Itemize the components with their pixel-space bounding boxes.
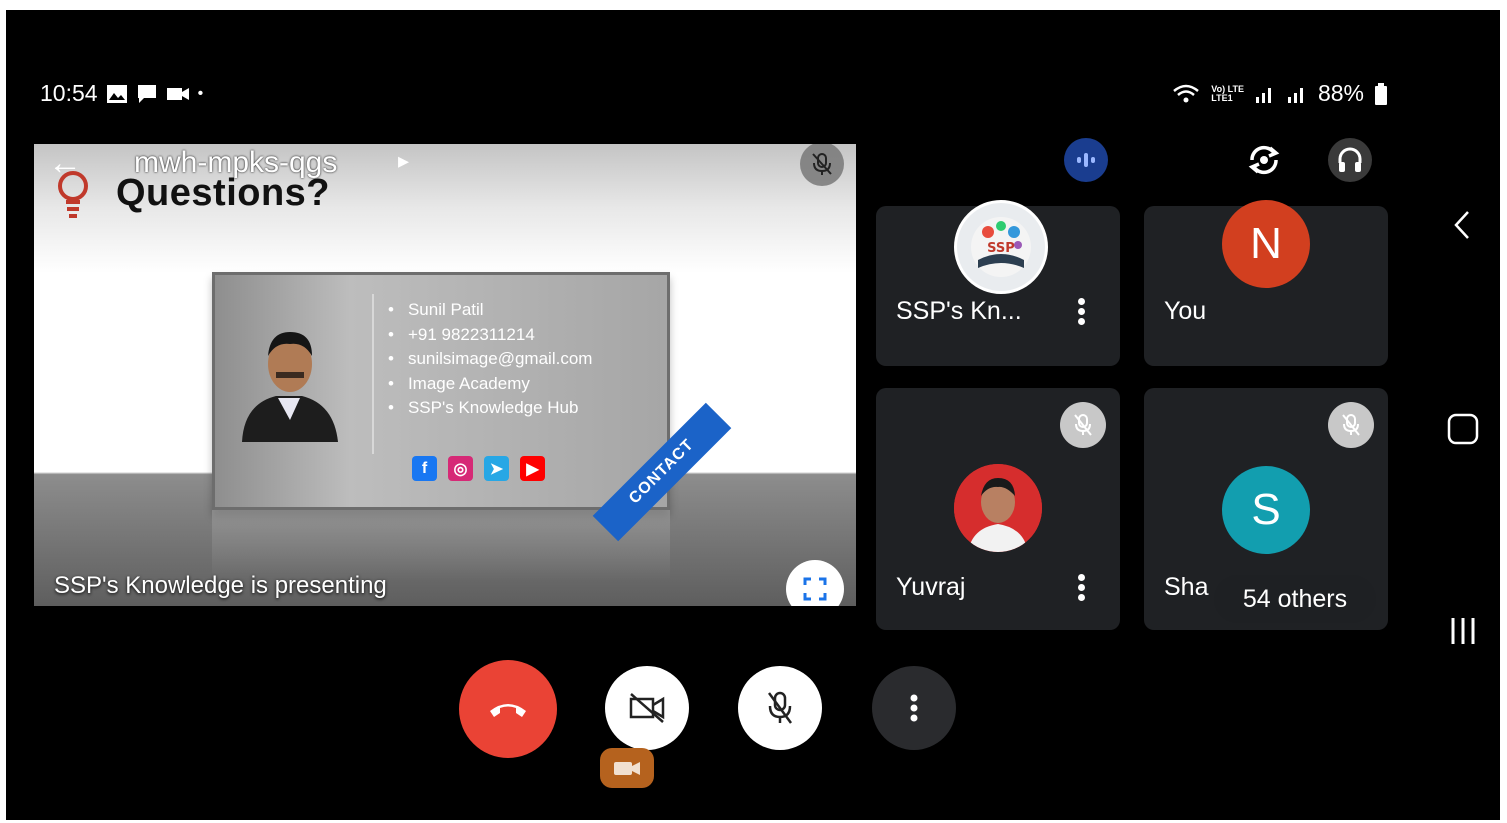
signal-icon-1	[1255, 87, 1271, 103]
audio-wave-icon	[1077, 153, 1095, 167]
presenting-label: SSP's Knowledge is presenting	[54, 572, 387, 599]
end-call-button[interactable]	[459, 660, 557, 758]
recent-apps-button[interactable]	[1446, 614, 1480, 653]
youtube-icon: ▶	[520, 456, 545, 481]
ssp-logo-text: SSP	[987, 241, 1015, 256]
wifi-calling-icon	[1173, 84, 1200, 102]
camera-status-badge	[600, 748, 654, 788]
meeting-code[interactable]: mwh-mpks-qgs	[134, 146, 337, 180]
contact-email: sunilsimage@gmail.com	[388, 347, 593, 372]
more-options-button[interactable]	[872, 666, 956, 750]
participant-name: You	[1164, 297, 1207, 325]
video-recording-icon	[166, 87, 189, 100]
chevron-left-icon[interactable]	[1452, 208, 1472, 247]
phone-screen: 10:54 • Vo) LTE LTE1 88% Questions? • Su…	[6, 10, 1500, 820]
participant-menu-icon[interactable]	[1078, 571, 1086, 604]
telegram-icon: ➤	[484, 456, 509, 481]
fullscreen-icon	[803, 577, 827, 601]
battery-level: 88%	[1317, 80, 1364, 106]
more-vert-icon	[910, 694, 918, 722]
contact-list: Sunil Patil +91 9822311214 sunilsimage@g…	[388, 298, 593, 421]
status-bar-left: 10:54 •	[40, 80, 203, 107]
presentation-view[interactable]: Questions? Sunil Patil +91 9822311214 su…	[34, 144, 856, 606]
participant-name: SSP's Kn...	[896, 297, 1022, 325]
fullscreen-button[interactable]	[786, 560, 844, 606]
contact-name: Sunil Patil	[388, 298, 592, 323]
home-button[interactable]	[1446, 412, 1480, 451]
participant-name: Sha	[1164, 573, 1209, 601]
contact-org: Image Academy	[388, 372, 592, 397]
switch-camera-icon	[1248, 145, 1280, 175]
back-arrow-icon[interactable]: ←	[48, 144, 82, 183]
battery-icon	[1375, 82, 1387, 105]
audio-output-button[interactable]	[1328, 138, 1372, 182]
participant-name: Yuvraj	[896, 573, 966, 601]
presenter-mic-muted-icon	[800, 144, 844, 186]
network-type: Vo) LTE LTE1	[1211, 84, 1244, 103]
network-sub: LTE1	[1211, 92, 1233, 103]
facebook-icon: f	[412, 456, 437, 481]
participant-avatar: N	[1222, 200, 1310, 288]
switch-camera-button[interactable]	[1242, 138, 1286, 182]
muted-mic-icon	[1328, 402, 1374, 448]
muted-mic-icon	[1060, 402, 1106, 448]
camera-off-button[interactable]	[605, 666, 689, 750]
chevron-right-icon[interactable]: ▸	[398, 148, 409, 174]
participant-tile[interactable]: SSP SSP's Kn...	[876, 200, 1120, 366]
mic-off-icon	[767, 691, 793, 724]
ssp-logo-icon: SSP	[971, 217, 1031, 277]
participant-menu-icon[interactable]	[1078, 295, 1086, 328]
contact-phone: +91 9822311214	[388, 323, 592, 348]
status-bar-right: Vo) LTE LTE1 88%	[1171, 80, 1388, 107]
card-divider	[372, 294, 374, 454]
camera-off-icon	[629, 693, 665, 723]
clock: 10:54	[40, 80, 98, 106]
presenter-photo	[242, 332, 338, 442]
headphones-icon	[1338, 147, 1362, 172]
message-icon	[137, 84, 156, 103]
hang-up-icon	[490, 704, 526, 717]
status-dot: •	[197, 84, 204, 102]
participant-photo-avatar	[954, 464, 1042, 552]
mic-off-button[interactable]	[738, 666, 822, 750]
speaking-indicator	[1064, 138, 1108, 182]
participant-tile[interactable]: N You	[1144, 200, 1388, 366]
ssp-logo-avatar: SSP	[954, 200, 1048, 294]
camera-icon	[614, 762, 640, 775]
social-icons: f ◎ ➤ ▶	[412, 456, 545, 481]
participant-avatar: S	[1222, 466, 1310, 554]
others-count-button[interactable]: 54 others	[1214, 575, 1376, 623]
instagram-icon: ◎	[448, 456, 473, 481]
participant-tile[interactable]: Yuvraj	[876, 388, 1120, 630]
contact-hub: SSP's Knowledge Hub	[388, 396, 592, 421]
signal-icon-2	[1287, 87, 1303, 103]
gallery-icon	[106, 84, 127, 103]
